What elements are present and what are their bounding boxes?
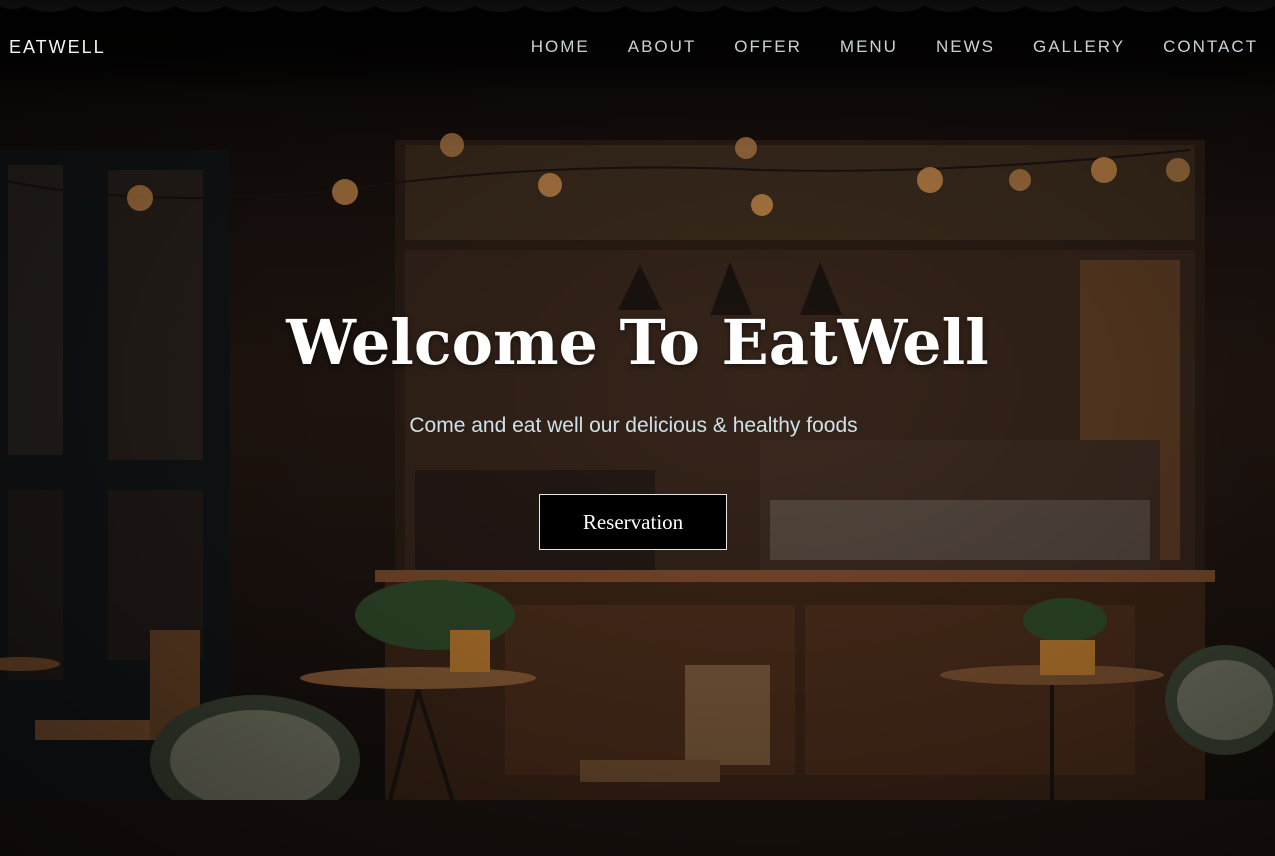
hero-subtitle: Come and eat well our delicious & health… (409, 414, 858, 437)
hero-content: Welcome To EatWell Come and eat well our… (0, 0, 1275, 856)
hero-title: Welcome To EatWell (286, 306, 989, 379)
reservation-button[interactable]: Reservation (539, 494, 727, 550)
